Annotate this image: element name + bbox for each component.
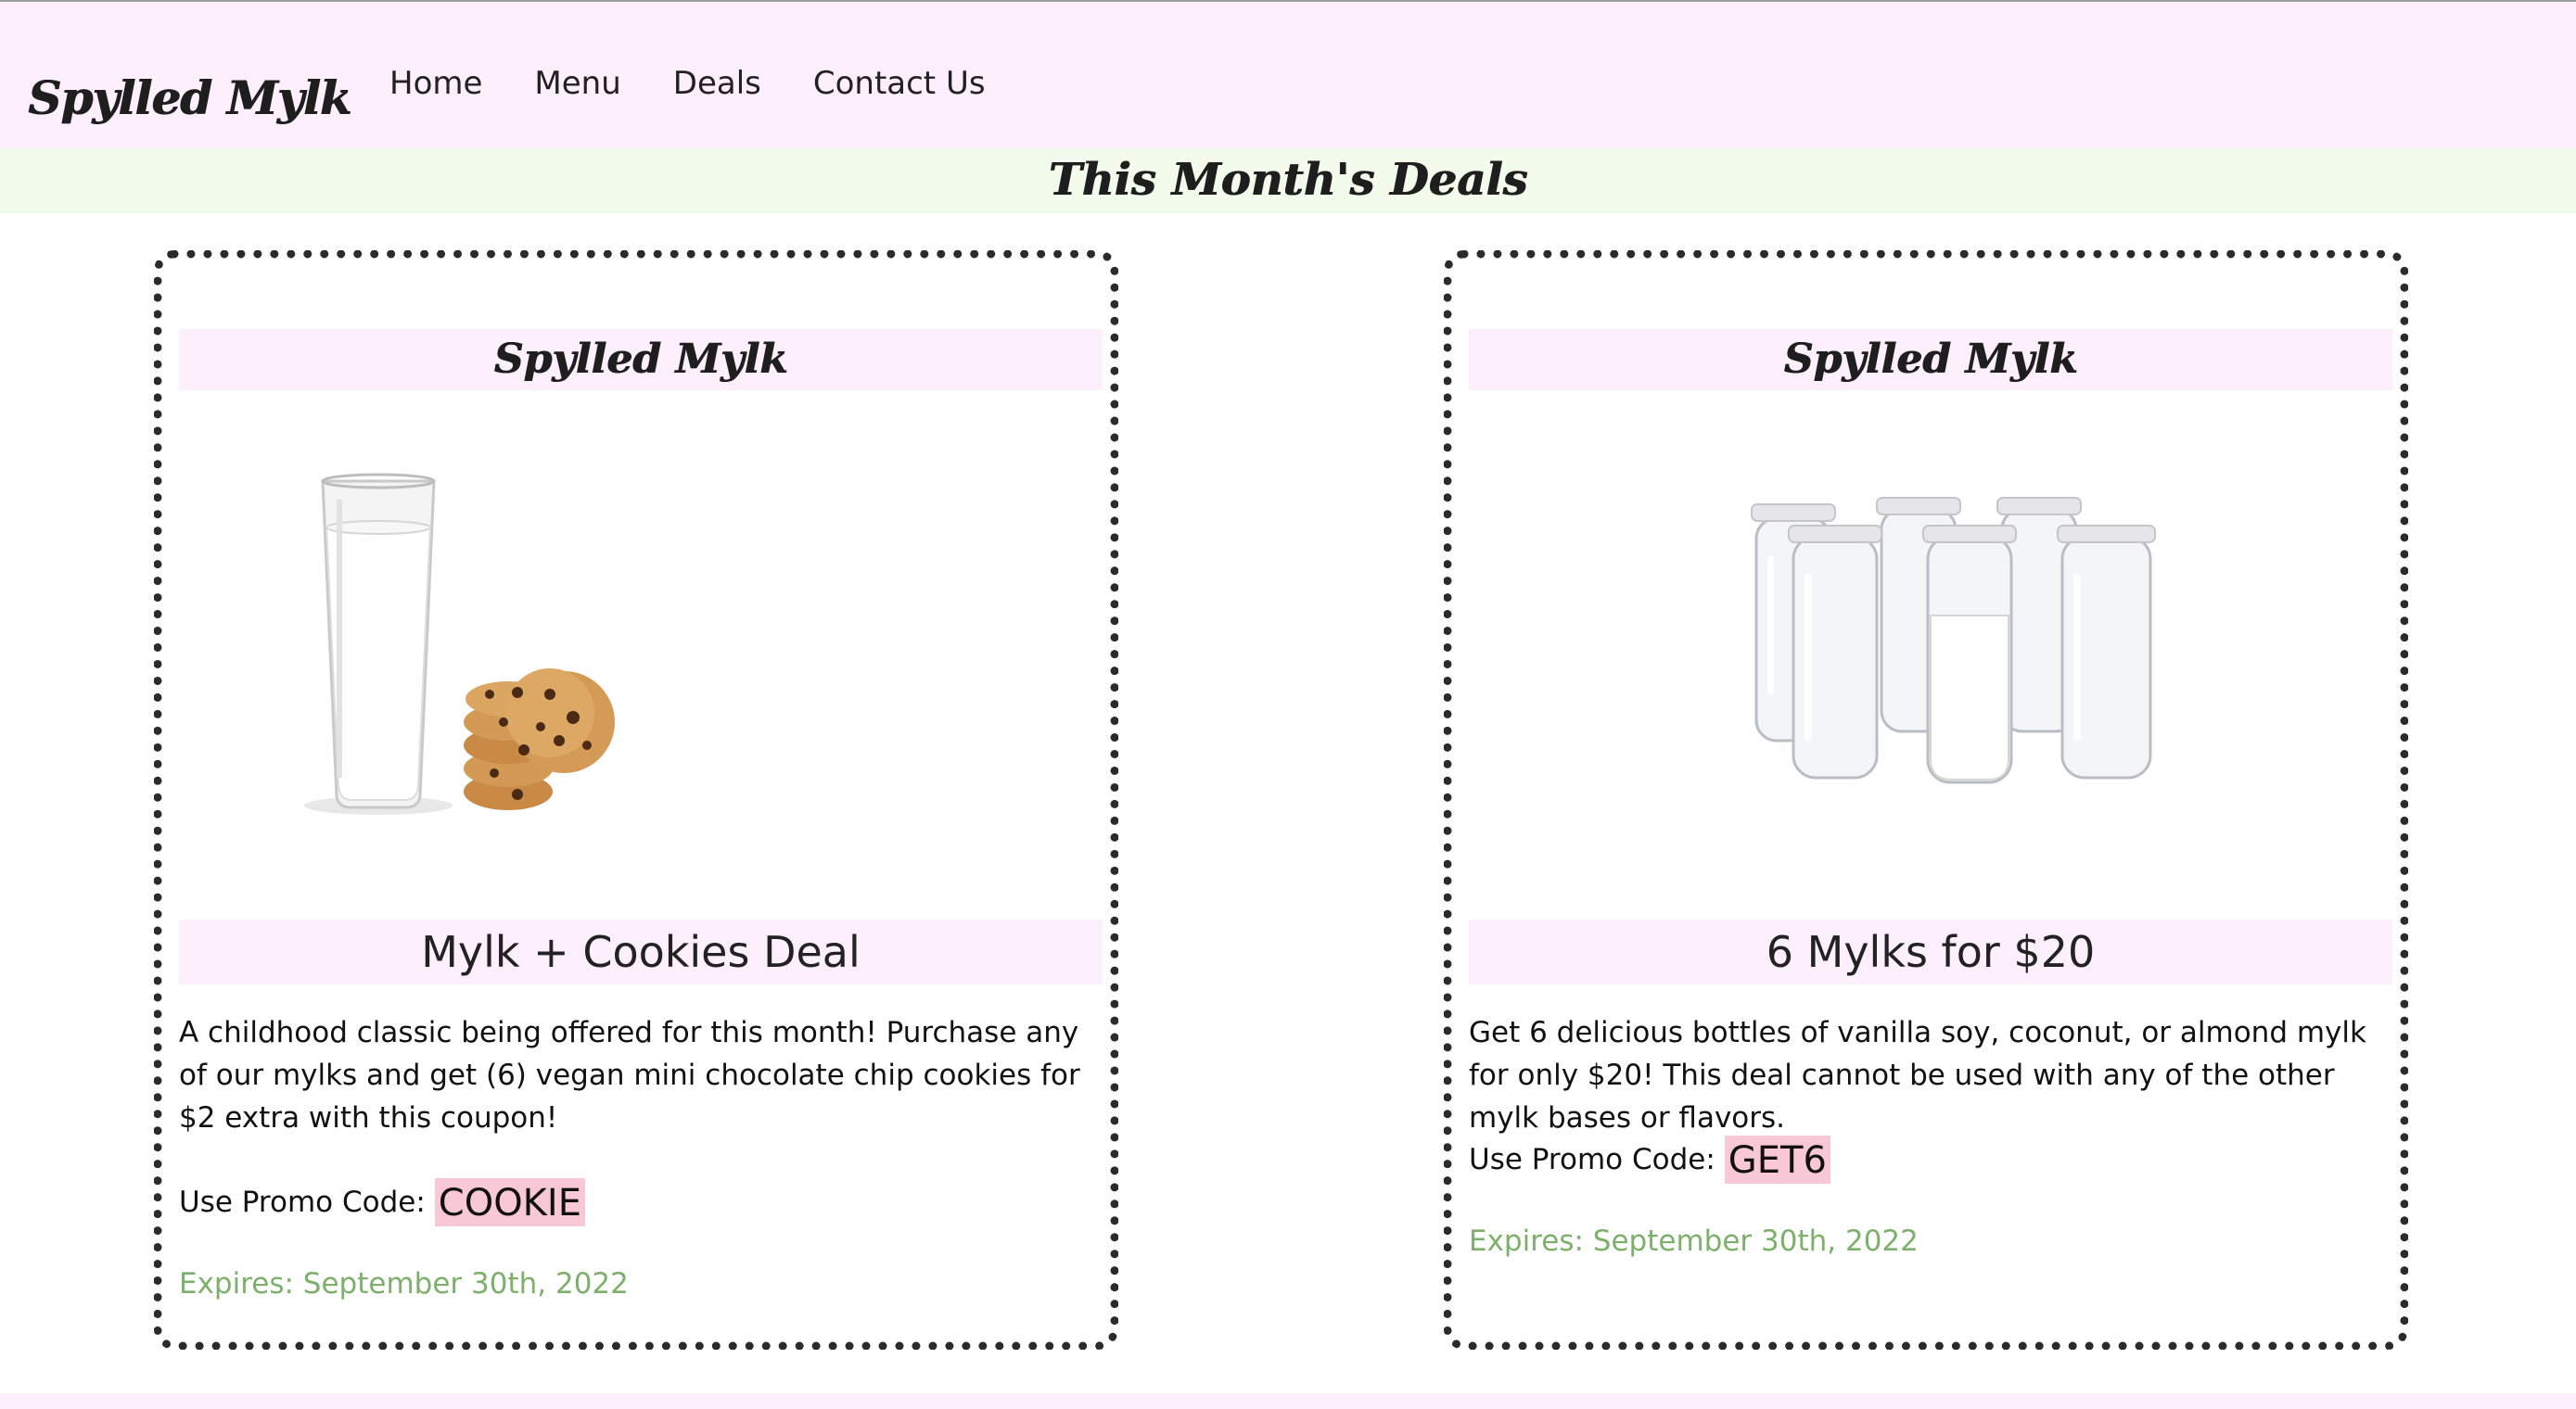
card-brand: Spylled Mylk [179, 329, 1103, 390]
main-nav: Home Menu Deals Contact Us [389, 65, 986, 102]
deal-card-cookies: Spylled Mylk Mylk + Cookies Deal A child… [154, 250, 1118, 1350]
milk-bottles-image [1469, 416, 2392, 908]
promo-label: Use Promo Code: [179, 1186, 426, 1219]
card-brand: Spylled Mylk [1469, 329, 2392, 390]
promo-code[interactable]: GET6 [1724, 1136, 1830, 1184]
nav-deals[interactable]: Deals [673, 65, 761, 102]
deal-card-six-mylks: Spylled Mylk 6 Mylks for $20 Get 6 delic… [1444, 250, 2408, 1350]
nav-menu[interactable]: Menu [534, 65, 620, 102]
promo-row: Use Promo Code: GET6 [1469, 1136, 1830, 1184]
footer-band [0, 1393, 2576, 1409]
nav-home[interactable]: Home [389, 65, 482, 102]
site-header: Spylled Mylk Home Menu Deals Contact Us [0, 0, 2576, 150]
deal-title: 6 Mylks for $20 [1469, 920, 2392, 984]
deal-description: A childhood classic being offered for th… [179, 1016, 1080, 1135]
nav-contact-us[interactable]: Contact Us [813, 65, 986, 102]
deal-title: Mylk + Cookies Deal [179, 920, 1103, 984]
expiry-date: Expires: September 30th, 2022 [1469, 1225, 1919, 1258]
promo-row: Use Promo Code: COOKIE [179, 1178, 585, 1226]
page-title: This Month's Deals [1048, 154, 1528, 206]
deal-description: Get 6 delicious bottles of vanilla soy, … [1469, 1016, 2366, 1135]
promo-label: Use Promo Code: [1469, 1143, 1715, 1176]
promo-code[interactable]: COOKIE [434, 1178, 585, 1226]
expiry-date: Expires: September 30th, 2022 [179, 1267, 629, 1301]
page-title-band: This Month's Deals [0, 148, 2576, 213]
site-logo[interactable]: Spylled Mylk [28, 70, 351, 125]
milk-glass-and-cookies-image [179, 416, 1103, 908]
